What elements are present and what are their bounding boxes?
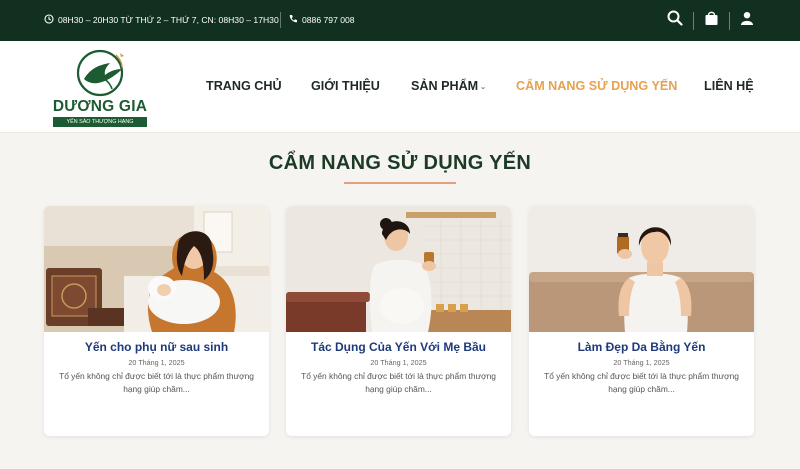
main-nav: TRANG CHỦ GIỚI THIỆU SẢN PHẨM ⌄ CẨM NANG … <box>0 79 800 99</box>
icon-divider <box>729 11 730 30</box>
post-card[interactable]: Yến cho phụ nữ sau sinh 20 Tháng 1, 2025… <box>44 206 269 436</box>
brand-name: DƯƠNG GIA <box>52 98 148 115</box>
post-excerpt: Tổ yến không chỉ được biết tới là thực p… <box>544 371 739 394</box>
search-icon[interactable] <box>667 10 683 31</box>
post-thumbnail[interactable] <box>529 206 754 332</box>
post-thumbnail[interactable] <box>44 206 269 332</box>
phone-contact[interactable]: 0886 797 008 <box>288 14 355 26</box>
nav-products[interactable]: SẢN PHẨM ⌄ <box>411 79 486 93</box>
topbar-divider <box>280 12 281 28</box>
phone-number[interactable]: 0886 797 008 <box>302 15 355 25</box>
post-date: 20 Tháng 1, 2025 <box>128 358 185 367</box>
post-card[interactable]: Làm Đẹp Da Bằng Yến 20 Tháng 1, 2025 Tổ … <box>529 206 754 436</box>
top-bar: 08H30 – 20H30 TỪ THỨ 2 – THỨ 7, CN: 08H3… <box>0 0 800 41</box>
post-date: 20 Tháng 1, 2025 <box>370 358 427 367</box>
phone-icon <box>288 14 298 26</box>
nav-products-label: SẢN PHẨM <box>411 79 479 93</box>
user-icon[interactable] <box>740 11 754 30</box>
site-header: DƯƠNG GIA YẾN SÀO THƯỢNG HẠNG TRANG CHỦ … <box>0 41 800 133</box>
shopping-bag-icon[interactable] <box>704 10 719 31</box>
clock-icon <box>44 14 54 26</box>
nav-contact[interactable]: LIÊN HỆ <box>704 79 754 93</box>
title-underline <box>344 182 456 184</box>
post-card[interactable]: Tác Dụng Của Yến Với Mẹ Bầu 20 Tháng 1, … <box>286 206 511 436</box>
nav-home[interactable]: TRANG CHỦ <box>206 79 282 93</box>
nav-about[interactable]: GIỚI THIỆU <box>311 79 380 93</box>
section-title: CẨM NANG SỬ DỤNG YẾN <box>268 152 532 174</box>
brand-tagline: YẾN SÀO THƯỢNG HẠNG <box>53 117 147 127</box>
post-title[interactable]: Tác Dụng Của Yến Với Mẹ Bầu <box>286 340 511 354</box>
chevron-down-icon: ⌄ <box>480 83 487 91</box>
opening-hours: 08H30 – 20H30 TỪ THỨ 2 – THỨ 7, CN: 08H3… <box>44 14 279 26</box>
icon-divider <box>693 11 694 30</box>
post-date: 20 Tháng 1, 2025 <box>613 358 670 367</box>
post-excerpt: Tổ yến không chỉ được biết tới là thực p… <box>301 371 496 394</box>
nav-guide[interactable]: CẨM NANG SỬ DỤNG YẾN <box>516 79 677 93</box>
post-thumbnail[interactable] <box>286 206 511 332</box>
post-title[interactable]: Làm Đẹp Da Bằng Yến <box>529 340 754 354</box>
post-title[interactable]: Yến cho phụ nữ sau sinh <box>44 340 269 354</box>
opening-hours-text: 08H30 – 20H30 TỪ THỨ 2 – THỨ 7, CN: 08H3… <box>58 15 279 25</box>
post-excerpt: Tổ yến không chỉ được biết tới là thực p… <box>59 371 254 394</box>
